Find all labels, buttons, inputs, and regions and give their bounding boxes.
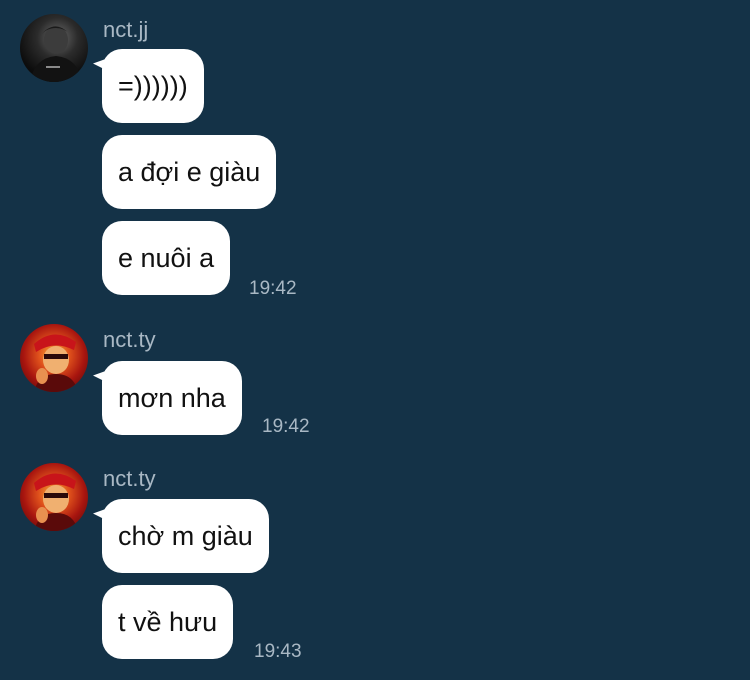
message-bubble[interactable]: e nuôi a (102, 221, 231, 295)
avatar[interactable] (20, 463, 88, 531)
message-timestamp: 19:43 (254, 641, 302, 662)
sender-name: nct.ty (103, 327, 156, 352)
sender-name: nct.jj (103, 17, 149, 42)
avatar[interactable] (20, 324, 88, 392)
message-bubble[interactable]: mơn nha (102, 361, 242, 435)
message-bubble[interactable]: =)))))) (102, 49, 204, 123)
profile-photo-icon (34, 334, 78, 392)
sender-name: nct.ty (103, 466, 156, 491)
message-timestamp: 19:42 (249, 278, 297, 299)
profile-photo-icon (30, 26, 82, 82)
message-bubble[interactable]: t về hưu (102, 585, 234, 659)
message-timestamp: 19:42 (262, 416, 310, 437)
message-bubble[interactable]: chờ m giàu (102, 499, 269, 573)
message-bubble[interactable]: a đợi e giàu (102, 135, 277, 209)
profile-photo-icon (34, 473, 78, 531)
chat-thread: nct.jj =)))))) a đợi e giàu e nuôi a 19:… (0, 0, 750, 680)
avatar[interactable] (20, 14, 88, 82)
